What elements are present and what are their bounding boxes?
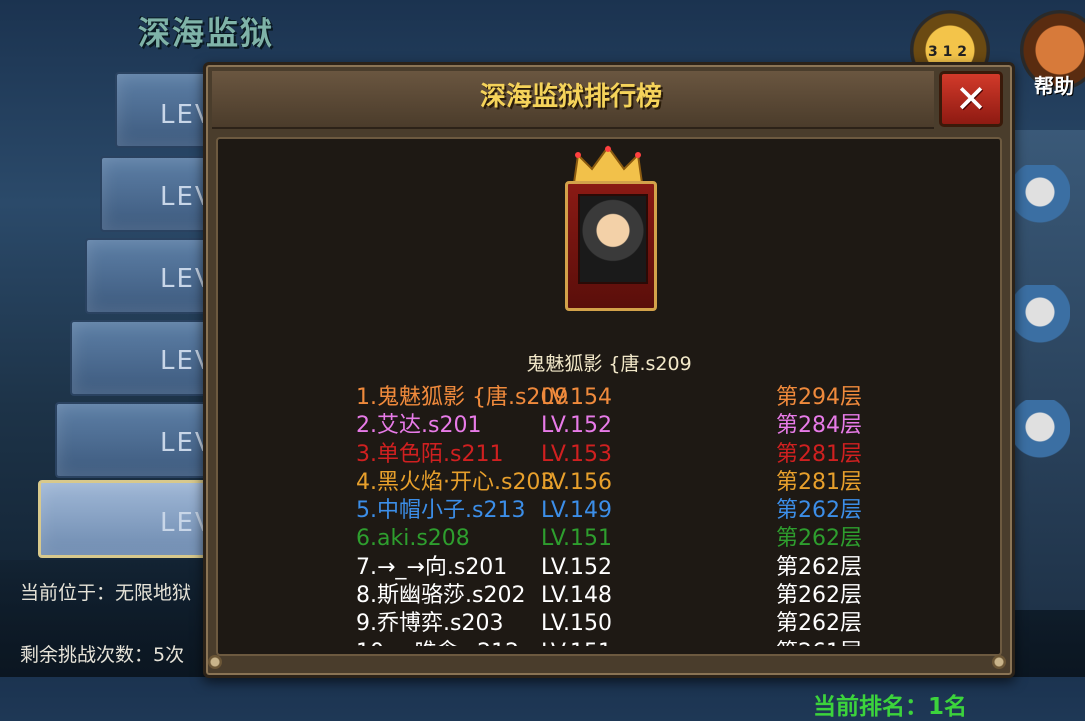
modal-title: 深海监狱排行榜 [479,82,662,112]
ranking-floor: 第262层 [776,611,862,637]
ranking-row[interactable]: 5.中帽小子.s213 LV.149 第262层 [356,497,896,525]
ranking-row[interactable]: 3.单色陌.s211 LV.153 第281层 [356,441,896,469]
crown-icon [572,145,644,184]
ranking-row[interactable]: 4.黑火焰·开心.s203 LV.156 第281层 [356,469,896,497]
champion-avatar [578,194,648,284]
side-character-icon[interactable] [1010,165,1070,255]
ranking-row[interactable]: 2.艾达.s201 LV.152 第284层 [356,412,896,440]
ranking-row[interactable]: 9.乔博弈.s203 LV.150 第262层 [356,610,896,638]
ranking-row[interactable]: 6.aki.s208 LV.151 第262层 [356,525,896,553]
ranking-name: 3.单色陌.s211 [356,441,504,467]
ranking-level: LV.152 [541,413,613,439]
ranking-name: 6.aki.s208 [356,526,470,552]
ranking-name: 1.鬼魅狐影 {唐.s209 [356,385,569,410]
ranking-level: LV.149 [541,498,613,524]
ranking-row[interactable]: 7.→_→向.s201 LV.152 第262层 [356,554,896,582]
ranking-name: 9.乔博弈.s203 [356,611,504,637]
ranking-floor: 第281层 [776,441,862,467]
close-button[interactable]: ✕ [939,71,1003,127]
help-label[interactable]: 帮助 [1034,70,1074,99]
champion-portrait[interactable] [565,181,657,311]
ranking-floor: 第262层 [776,554,862,580]
ranking-name: 4.黑火焰·开心.s203 [356,469,555,495]
ranking-name: 8.斯幽骆莎.s202 [356,583,526,609]
ranking-list[interactable]: 1.鬼魅狐影 {唐.s209 LV.154 第294层 2.艾达.s201 LV.152… [356,384,896,646]
ranking-level: LV.150 [541,611,613,637]
ranking-floor: 第281层 [776,469,862,495]
leaderboard-content: 鬼魅狐影 {唐.s209 1.鬼魅狐影 {唐.s209 LV.154 第294层 2.… [216,137,1002,720]
ranking-level: LV.151 [541,639,612,646]
podium-numbers: 3 1 2 [928,44,967,60]
corner-rivet [208,655,222,669]
background-title: 深海监狱 [138,14,275,52]
ranking-name: 10.℡唯念.s212 [356,639,519,646]
ranking-level: LV.148 [541,583,613,609]
ranking-floor: 第262层 [776,583,862,609]
ranking-row[interactable]: 1.鬼魅狐影 {唐.s209 LV.154 第294层 [356,384,896,412]
champion-name: 鬼魅狐影 {唐.s209 [526,353,692,375]
ranking-level: LV.153 [541,441,613,467]
ranking-level: LV.151 [541,526,613,552]
ranking-floor: 第262层 [776,526,862,552]
current-position-text: 当前位于：无限地狱 [20,582,192,604]
leaderboard-modal: 深海监狱排行榜 ✕ 鬼魅狐影 {唐.s209 1.鬼魅狐影 {唐.s209 LV.… [203,62,1015,720]
ranking-floor: 第294层 [776,385,862,410]
side-character-icon[interactable] [1010,400,1070,490]
ranking-floor: 第262层 [776,498,862,524]
ranking-row[interactable]: 10.℡唯念.s212 LV.151 第261层 [356,639,896,646]
ranking-level: LV.154 [541,385,613,410]
current-rank-text: 当前排名：1名 [813,694,968,720]
ranking-name: 5.中帽小子.s213 [356,498,526,524]
side-character-icon[interactable] [1010,285,1070,375]
ranking-floor: 第284层 [776,413,862,439]
ranking-row[interactable]: 8.斯幽骆莎.s202 LV.148 第262层 [356,582,896,610]
remaining-challenges-text: 剩余挑战次数：5次 [20,644,185,666]
ranking-name: 7.→_→向.s201 [356,554,508,580]
ranking-floor: 第261层 [776,639,862,646]
ranking-level: LV.152 [541,554,613,580]
corner-rivet [992,655,1006,669]
ranking-name: 2.艾达.s201 [356,413,482,439]
ranking-level: LV.156 [541,469,613,495]
